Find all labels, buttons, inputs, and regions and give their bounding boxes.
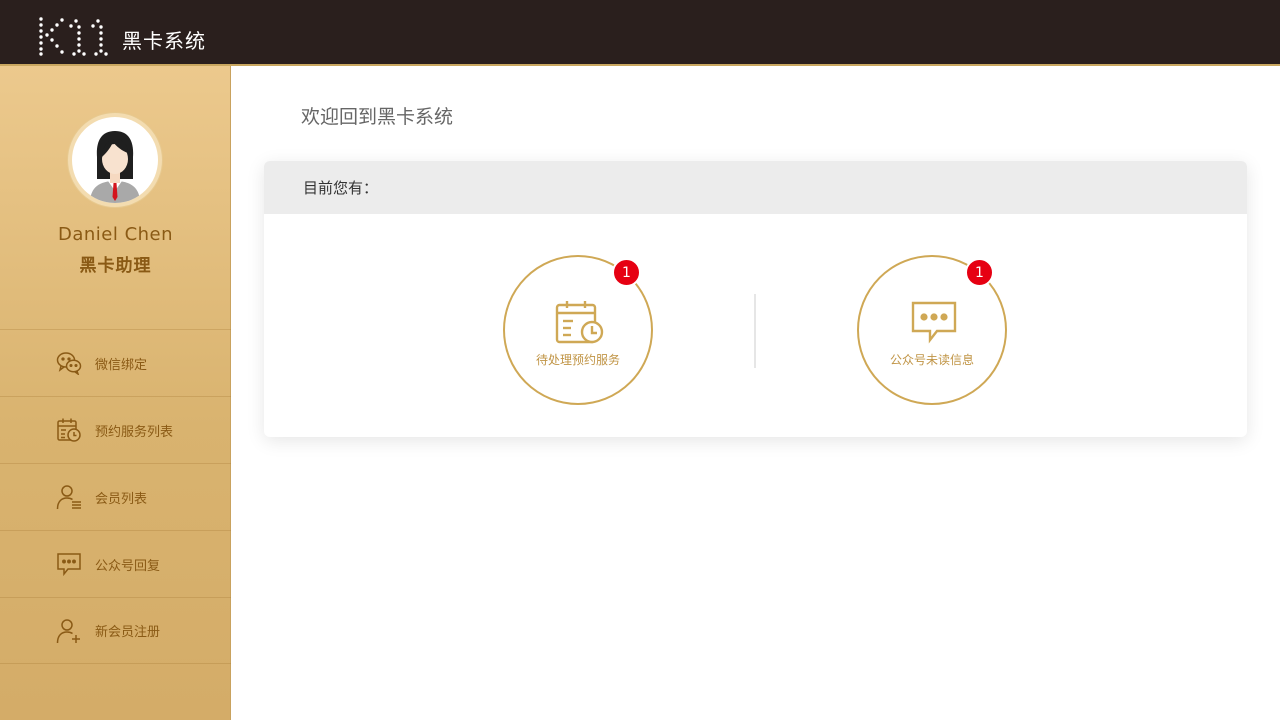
avatar[interactable] xyxy=(67,112,163,208)
summary-panel: 目前您有： 待处理预约服务 1 公众号未读信息 1 xyxy=(264,161,1247,437)
stat-label: 公众号未读信息 xyxy=(889,353,974,367)
panel-title: 目前您有： xyxy=(264,161,1247,214)
sidebar-item-appointment-list[interactable]: 预约服务列表 xyxy=(0,396,231,463)
k11-logo-mark xyxy=(39,17,108,56)
sidebar-item-new-member-register[interactable]: 新会员注册 xyxy=(0,597,231,664)
user-name: Daniel Chen xyxy=(57,224,174,245)
sidebar-item-wechat-binding[interactable]: 微信绑定 xyxy=(0,329,231,396)
top-bar: 黑卡系统 xyxy=(0,0,1280,66)
add-user-icon xyxy=(56,618,82,644)
pending-appointments-badge: 1 xyxy=(612,258,641,287)
logo[interactable]: 黑卡系统 xyxy=(36,12,206,56)
sidebar-item-label: 预约服务列表 xyxy=(95,424,174,440)
sidebar-item-member-list[interactable]: 会员列表 xyxy=(0,463,231,530)
sidebar-item-label: 会员列表 xyxy=(95,491,148,507)
sidebar-item-official-account-reply[interactable]: 公众号回复 xyxy=(0,530,231,597)
app-title: 黑卡系统 xyxy=(122,29,206,53)
sidebar-item-label: 公众号回复 xyxy=(95,558,161,574)
page-title: 欢迎回到黑卡系统 xyxy=(301,106,454,128)
wechat-icon xyxy=(56,350,82,376)
chat-bubble-icon xyxy=(911,301,957,344)
sidebar: Daniel Chen 黑卡助理 微信绑定 预约服务列表 会员列表 公众号回复 … xyxy=(0,66,231,720)
calendar-clock-icon xyxy=(555,301,604,344)
avatar-image xyxy=(72,117,158,203)
sidebar-menu: 微信绑定 预约服务列表 会员列表 公众号回复 新会员注册 xyxy=(0,329,231,664)
calendar-clock-icon xyxy=(56,417,82,443)
chat-bubble-icon xyxy=(56,551,82,577)
sidebar-item-label: 微信绑定 xyxy=(95,357,148,373)
stat-divider xyxy=(754,294,756,368)
user-role: 黑卡助理 xyxy=(79,256,152,276)
sidebar-item-label: 新会员注册 xyxy=(95,625,161,640)
stat-label: 待处理预约服务 xyxy=(535,353,620,367)
unread-messages-badge: 1 xyxy=(965,258,994,287)
member-list-icon xyxy=(56,484,82,510)
